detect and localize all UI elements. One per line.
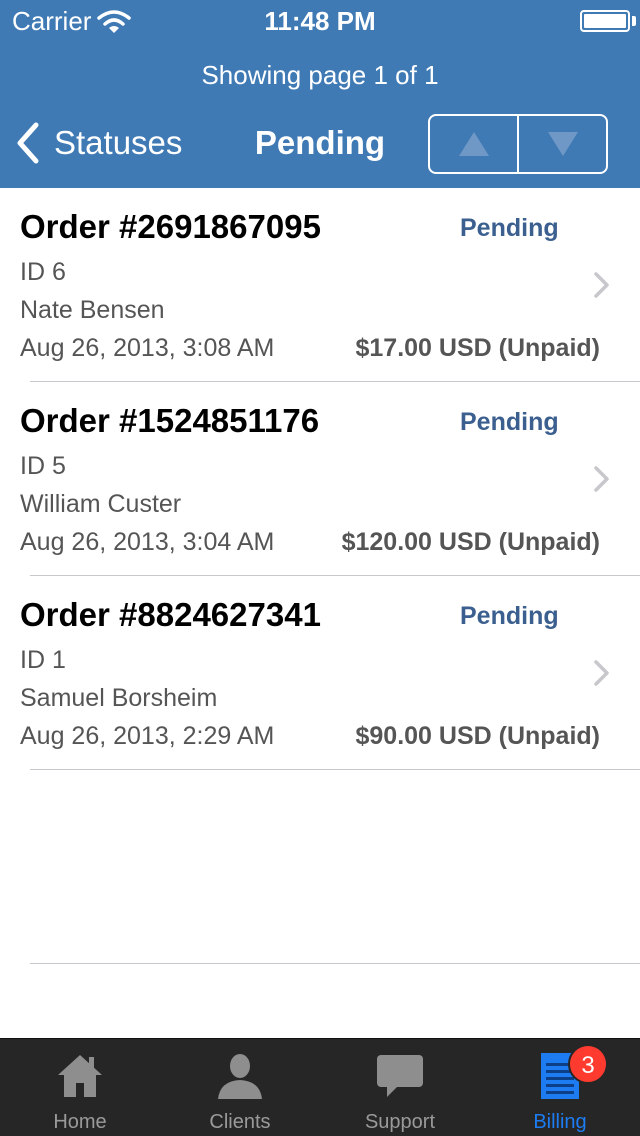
order-title: Order #2691867095 — [20, 208, 321, 245]
home-icon — [58, 1055, 102, 1097]
order-row[interactable]: Order #8824627341 Pending ID 1 Samuel Bo… — [0, 576, 640, 770]
order-date: Aug 26, 2013, 2:29 AM — [20, 722, 275, 750]
tab-clients[interactable]: Clients — [160, 1039, 320, 1136]
chevron-left-icon — [17, 122, 39, 164]
order-title: Order #1524851176 — [20, 402, 320, 439]
order-client-name: Nate Bensen — [20, 296, 165, 324]
page-info: Showing page 1 of 1 — [201, 60, 439, 90]
order-client-name: Samuel Borsheim — [20, 684, 218, 712]
order-date: Aug 26, 2013, 3:04 AM — [20, 528, 275, 556]
row-separator — [30, 769, 640, 770]
billing-badge: 3 — [568, 1044, 608, 1084]
order-id: ID 1 — [20, 646, 66, 674]
previous-page-button[interactable] — [430, 116, 517, 172]
person-icon — [218, 1054, 262, 1099]
navigation-header: Carrier 11:48 PM Showing page 1 of 1 Sta… — [0, 0, 640, 188]
battery-tip — [632, 16, 636, 26]
chevron-right-icon — [594, 466, 609, 492]
chevron-right-icon — [594, 272, 609, 298]
next-page-button[interactable] — [517, 116, 606, 172]
order-id: ID 5 — [20, 452, 66, 480]
speech-bubble-icon — [377, 1055, 423, 1097]
battery-icon — [580, 10, 630, 32]
tab-label: Billing — [533, 1111, 587, 1133]
page-navigation-control — [428, 114, 608, 174]
order-client-name: William Custer — [20, 490, 182, 518]
tab-label: Home — [53, 1111, 107, 1133]
triangle-down-icon — [547, 132, 578, 156]
back-button-label: Statuses — [54, 124, 183, 161]
tab-bar: Home Clients Support Billing — [0, 1038, 640, 1136]
order-amount: $120.00 USD (Unpaid) — [341, 528, 600, 556]
order-status: Pending — [460, 408, 559, 436]
tab-label: Clients — [209, 1111, 271, 1133]
order-row[interactable]: Order #2691867095 Pending ID 6 Nate Bens… — [0, 188, 640, 382]
order-amount: $90.00 USD (Unpaid) — [355, 722, 600, 750]
back-button[interactable]: Statuses — [14, 120, 182, 166]
tab-billing[interactable]: Billing — [480, 1039, 640, 1136]
empty-row-separator — [30, 963, 640, 964]
tab-support[interactable]: Support — [320, 1039, 480, 1136]
order-amount: $17.00 USD (Unpaid) — [355, 334, 600, 362]
order-status: Pending — [460, 602, 559, 630]
order-status: Pending — [460, 214, 559, 242]
order-title: Order #8824627341 — [20, 596, 321, 633]
triangle-up-icon — [458, 132, 489, 156]
page-title: Pending — [254, 124, 386, 161]
orders-list: Order #2691867095 Pending ID 6 Nate Bens… — [0, 188, 640, 770]
tab-label: Support — [364, 1111, 436, 1133]
order-row[interactable]: Order #1524851176 Pending ID 5 William C… — [0, 382, 640, 576]
status-bar: Carrier 11:48 PM — [0, 0, 640, 40]
order-date: Aug 26, 2013, 3:08 AM — [20, 334, 275, 362]
order-id: ID 6 — [20, 258, 66, 286]
chevron-right-icon — [594, 660, 609, 686]
tab-home[interactable]: Home — [0, 1039, 160, 1136]
status-time: 11:48 PM — [264, 6, 376, 36]
